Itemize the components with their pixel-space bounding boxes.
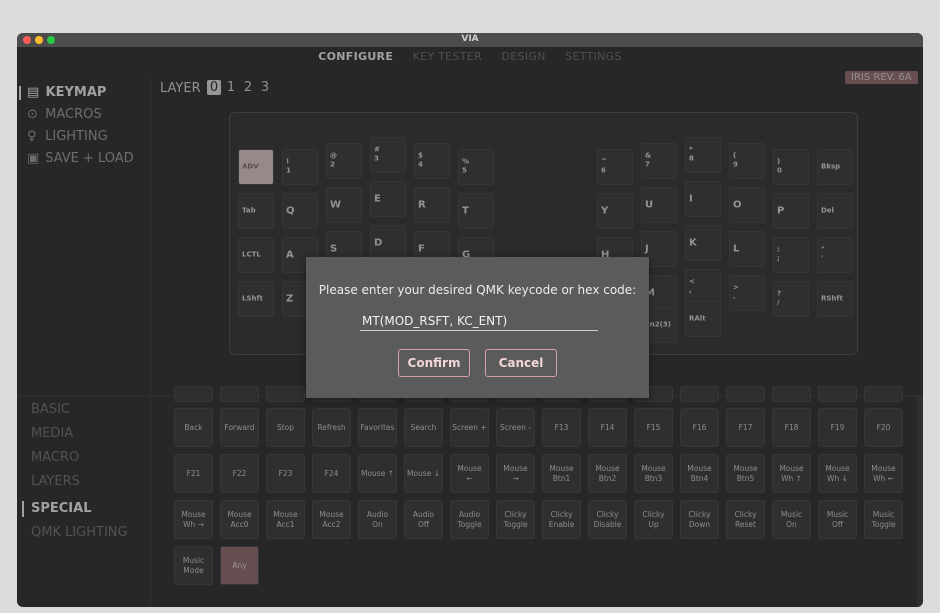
keycode-dialog: Please enter your desired QMK keycode or…	[306, 257, 649, 398]
window-title: VIA	[461, 34, 479, 44]
app-window: VIA CONFIGURE KEY TESTER DESIGN SETTINGS…	[17, 33, 923, 607]
confirm-button[interactable]: Confirm	[398, 349, 470, 377]
dialog-prompt: Please enter your desired QMK keycode or…	[318, 283, 637, 297]
cancel-button[interactable]: Cancel	[485, 349, 557, 377]
title-bar: VIA	[17, 33, 923, 47]
keycode-input[interactable]	[360, 312, 598, 331]
